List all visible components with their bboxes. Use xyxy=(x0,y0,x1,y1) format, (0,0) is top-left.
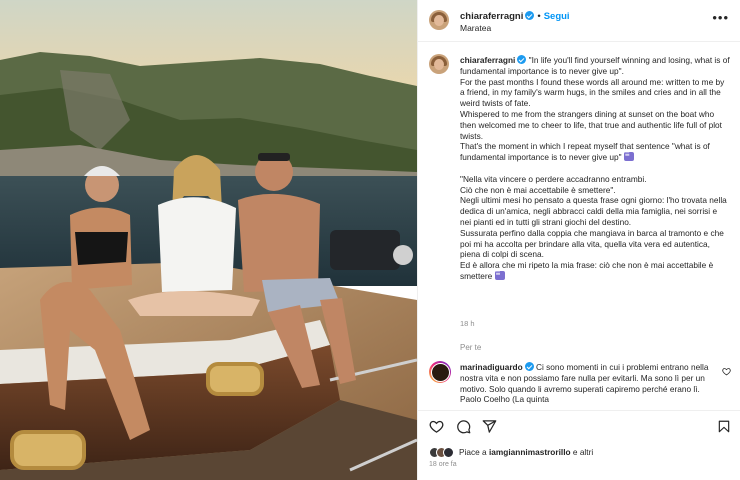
follow-button[interactable]: Segui xyxy=(544,11,570,22)
liker-username[interactable]: iamgiannimastrorillo xyxy=(489,447,571,457)
header-user-line: chiaraferragni • Segui xyxy=(460,11,570,22)
caption-text-italian: "Nella vita vincere o perdere accadranno… xyxy=(460,173,727,281)
liker-avatar xyxy=(443,446,454,458)
caption-timestamp: 18 h xyxy=(460,319,475,328)
likes-summary[interactable]: Piace a iamgiannimastrorillo e altri xyxy=(429,446,593,458)
author-avatar[interactable] xyxy=(429,10,449,30)
author-username[interactable]: chiaraferragni xyxy=(460,11,523,22)
verified-badge-icon xyxy=(524,362,534,371)
post-actions-bar: Piace a iamgiannimastrorillo e altri 18 … xyxy=(418,410,740,480)
comment-like-heart-icon[interactable] xyxy=(722,367,731,376)
share-icon[interactable] xyxy=(482,419,497,434)
post-photo[interactable] xyxy=(0,0,417,480)
memo-emoji-icon xyxy=(494,269,505,280)
verified-badge-icon xyxy=(525,11,535,20)
comment-item: marinadiguardo Ci sono momenti in cui i … xyxy=(460,362,714,405)
post-header: chiaraferragni • Segui Maratea ••• xyxy=(418,0,740,42)
post-location[interactable]: Maratea xyxy=(460,23,491,33)
comment-username[interactable]: marinadiguardo xyxy=(460,362,523,372)
post-side-panel: chiaraferragni • Segui Maratea ••• chiaraf… xyxy=(417,0,740,480)
memo-emoji-icon xyxy=(623,150,634,162)
caption-username[interactable]: chiaraferragni xyxy=(460,55,515,65)
heart-icon[interactable] xyxy=(429,419,444,434)
caption-author-avatar[interactable] xyxy=(429,54,449,74)
more-options-icon[interactable]: ••• xyxy=(712,11,729,24)
translation-toggle[interactable]: Per te xyxy=(460,343,481,352)
likes-suffix: e altri xyxy=(570,447,594,457)
bookmark-icon[interactable] xyxy=(717,419,731,434)
post-caption: chiaraferragni "In life you'll find your… xyxy=(460,55,730,282)
separator-dot: • xyxy=(537,11,541,22)
verified-badge-icon xyxy=(517,55,527,64)
post-image xyxy=(0,0,417,480)
caption-text-english: "In life you'll find yourself winning an… xyxy=(460,55,730,163)
post-time-ago[interactable]: 18 ore fa xyxy=(429,461,457,468)
comments-scroll-area[interactable]: chiaraferragni "In life you'll find your… xyxy=(418,42,740,410)
likes-text: Piace a iamgiannimastrorillo e altri xyxy=(459,447,593,457)
likes-prefix: Piace a xyxy=(459,447,489,457)
comment-icon[interactable] xyxy=(456,419,471,434)
commenter-avatar[interactable] xyxy=(429,361,451,383)
